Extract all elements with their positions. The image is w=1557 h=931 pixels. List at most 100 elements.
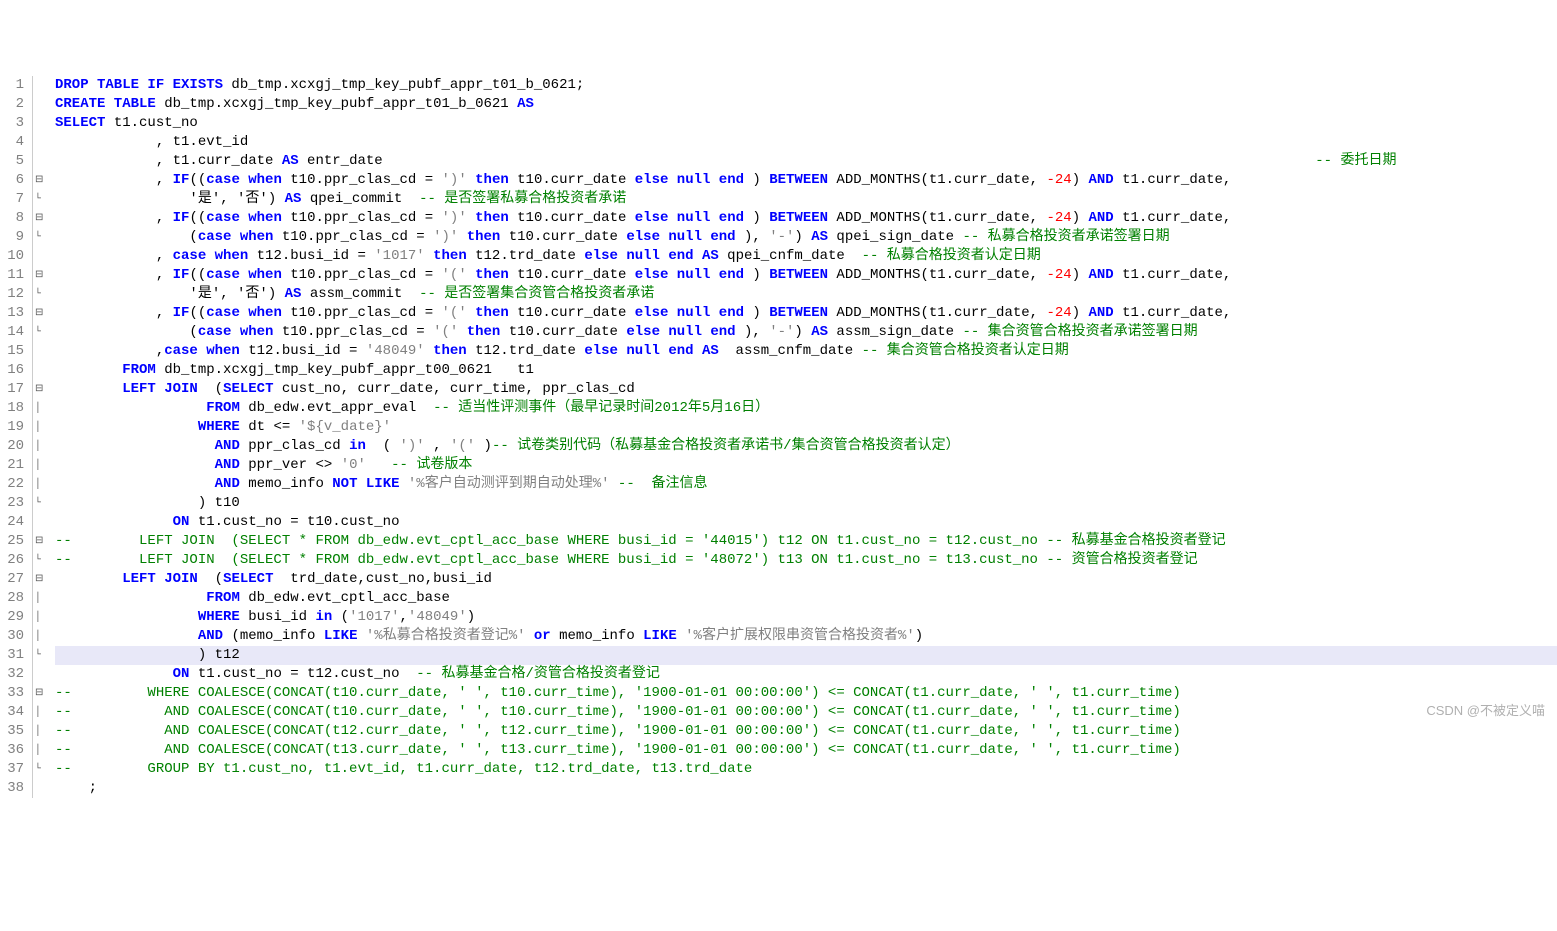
line-number: 2 [0,95,24,114]
fold-marker[interactable]: │ [35,475,49,494]
code-line[interactable]: , case when t12.busi_id = '1017' then t1… [55,247,1557,266]
line-number: 24 [0,513,24,532]
code-line[interactable]: , IF((case when t10.ppr_clas_cd = '(' th… [55,304,1557,323]
fold-marker[interactable]: └ [35,760,49,779]
code-line[interactable]: (case when t10.ppr_clas_cd = '(' then t1… [55,323,1557,342]
code-area[interactable]: DROP TABLE IF EXISTS db_tmp.xcxgj_tmp_ke… [49,76,1557,798]
code-line[interactable]: -- LEFT JOIN (SELECT * FROM db_edw.evt_c… [55,551,1557,570]
code-line[interactable]: FROM db_edw.evt_appr_eval -- 适当性评测事件（最早记… [55,399,1557,418]
line-number: 11 [0,266,24,285]
code-line[interactable]: DROP TABLE IF EXISTS db_tmp.xcxgj_tmp_ke… [55,76,1557,95]
fold-marker[interactable]: │ [35,627,49,646]
line-number: 14 [0,323,24,342]
line-number: 38 [0,779,24,798]
code-line[interactable]: -- AND COALESCE(CONCAT(t10.curr_date, ' … [55,703,1557,722]
code-line[interactable]: , IF((case when t10.ppr_clas_cd = ')' th… [55,209,1557,228]
line-number: 31 [0,646,24,665]
fold-marker[interactable]: └ [35,285,49,304]
code-line[interactable]: WHERE dt <= '${v_date}' [55,418,1557,437]
code-line[interactable]: ) t10 [55,494,1557,513]
fold-marker[interactable] [35,95,49,114]
code-line[interactable]: ,case when t12.busi_id = '48049' then t1… [55,342,1557,361]
fold-marker[interactable]: ⊟ [35,570,49,589]
fold-marker[interactable] [35,513,49,532]
code-line[interactable]: , t1.curr_date AS entr_date -- 委托日期 [55,152,1557,171]
line-number: 15 [0,342,24,361]
fold-marker[interactable]: │ [35,418,49,437]
code-line[interactable]: ) t12 [55,646,1557,665]
line-number: 22 [0,475,24,494]
fold-marker[interactable]: └ [35,190,49,209]
fold-gutter: ⊟└⊟└⊟└⊟└⊟│││││└⊟└⊟│││└⊟│││└ [33,76,49,798]
code-line[interactable]: , IF((case when t10.ppr_clas_cd = ')' th… [55,171,1557,190]
code-line[interactable]: ON t1.cust_no = t12.cust_no -- 私募基金合格/资管… [55,665,1557,684]
code-line[interactable]: -- LEFT JOIN (SELECT * FROM db_edw.evt_c… [55,532,1557,551]
line-number: 23 [0,494,24,513]
code-line[interactable]: SELECT t1.cust_no [55,114,1557,133]
code-line[interactable]: LEFT JOIN (SELECT trd_date,cust_no,busi_… [55,570,1557,589]
line-number: 7 [0,190,24,209]
fold-marker[interactable]: └ [35,228,49,247]
fold-marker[interactable] [35,342,49,361]
code-line[interactable]: FROM db_edw.evt_cptl_acc_base [55,589,1557,608]
fold-marker[interactable]: ⊟ [35,304,49,323]
fold-marker[interactable]: └ [35,551,49,570]
fold-marker[interactable] [35,361,49,380]
code-line[interactable]: '是', '否') AS qpei_commit -- 是否签署私募合格投资者承… [55,190,1557,209]
line-number: 16 [0,361,24,380]
line-number: 5 [0,152,24,171]
fold-marker[interactable]: │ [35,589,49,608]
fold-marker[interactable] [35,665,49,684]
fold-marker[interactable]: └ [35,646,49,665]
fold-marker[interactable]: │ [35,399,49,418]
line-number: 9 [0,228,24,247]
fold-marker[interactable]: └ [35,494,49,513]
code-line[interactable]: (case when t10.ppr_clas_cd = ')' then t1… [55,228,1557,247]
line-number-gutter: 1234567891011121314151617181920212223242… [0,76,33,798]
fold-marker[interactable]: ⊟ [35,532,49,551]
fold-marker[interactable] [35,779,49,798]
fold-marker[interactable]: │ [35,456,49,475]
fold-marker[interactable]: ⊟ [35,209,49,228]
fold-marker[interactable] [35,133,49,152]
code-line[interactable]: -- GROUP BY t1.cust_no, t1.evt_id, t1.cu… [55,760,1557,779]
code-line[interactable]: ON t1.cust_no = t10.cust_no [55,513,1557,532]
code-line[interactable]: LEFT JOIN (SELECT cust_no, curr_date, cu… [55,380,1557,399]
fold-marker[interactable] [35,247,49,266]
code-line[interactable]: WHERE busi_id in ('1017','48049') [55,608,1557,627]
code-line[interactable]: '是', '否') AS assm_commit -- 是否签署集合资管合格投资… [55,285,1557,304]
fold-marker[interactable]: │ [35,741,49,760]
fold-marker[interactable]: ⊟ [35,684,49,703]
code-line[interactable]: CREATE TABLE db_tmp.xcxgj_tmp_key_pubf_a… [55,95,1557,114]
fold-marker[interactable] [35,114,49,133]
fold-marker[interactable]: │ [35,608,49,627]
fold-marker[interactable]: │ [35,437,49,456]
code-line[interactable]: -- AND COALESCE(CONCAT(t13.curr_date, ' … [55,741,1557,760]
line-number: 29 [0,608,24,627]
line-number: 26 [0,551,24,570]
code-line[interactable]: -- AND COALESCE(CONCAT(t12.curr_date, ' … [55,722,1557,741]
fold-marker[interactable]: │ [35,722,49,741]
code-line[interactable]: AND ppr_clas_cd in ( ')' , '(' )-- 试卷类别代… [55,437,1557,456]
fold-marker[interactable]: ⊟ [35,266,49,285]
code-line[interactable]: , t1.evt_id [55,133,1557,152]
code-line[interactable]: -- WHERE COALESCE(CONCAT(t10.curr_date, … [55,684,1557,703]
code-line[interactable]: AND ppr_ver <> '0' -- 试卷版本 [55,456,1557,475]
code-line[interactable]: ; [55,779,1557,798]
code-line[interactable]: AND (memo_info LIKE '%私募合格投资者登记%' or mem… [55,627,1557,646]
line-number: 17 [0,380,24,399]
line-number: 8 [0,209,24,228]
fold-marker[interactable]: └ [35,323,49,342]
line-number: 37 [0,760,24,779]
fold-marker[interactable]: ⊟ [35,380,49,399]
fold-marker[interactable] [35,152,49,171]
code-line[interactable]: AND memo_info NOT LIKE '%客户自动测评到期自动处理%' … [55,475,1557,494]
fold-marker[interactable]: ⊟ [35,171,49,190]
fold-marker[interactable]: │ [35,703,49,722]
code-line[interactable]: , IF((case when t10.ppr_clas_cd = '(' th… [55,266,1557,285]
line-number: 28 [0,589,24,608]
code-editor: 1234567891011121314151617181920212223242… [0,76,1557,798]
code-line[interactable]: FROM db_tmp.xcxgj_tmp_key_pubf_appr_t00_… [55,361,1557,380]
line-number: 12 [0,285,24,304]
fold-marker[interactable] [35,76,49,95]
